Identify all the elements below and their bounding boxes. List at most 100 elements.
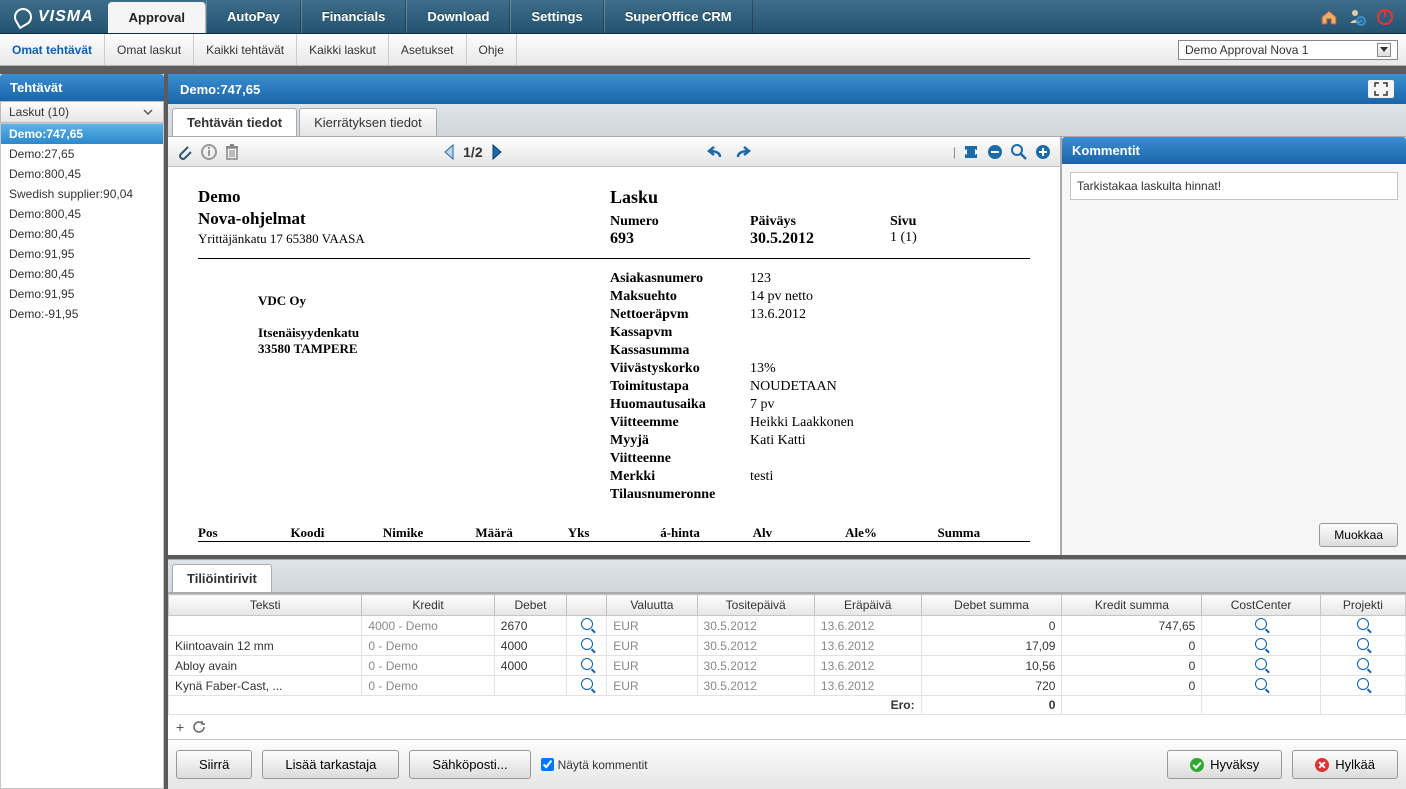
redo-icon[interactable] xyxy=(732,143,752,161)
task-item[interactable]: Demo:800,45 xyxy=(1,204,163,224)
nav-tab-approval[interactable]: Approval xyxy=(108,2,206,33)
cell[interactable]: Kynä Faber-Cast, ... xyxy=(169,676,362,696)
cell[interactable]: EUR xyxy=(607,616,697,636)
zoom-icon[interactable] xyxy=(1010,143,1028,161)
cell[interactable]: 13.6.2012 xyxy=(814,656,921,676)
cell[interactable]: 10,56 xyxy=(921,656,1062,676)
cell[interactable]: 13.6.2012 xyxy=(814,636,921,656)
cell[interactable]: 0 xyxy=(1062,656,1202,676)
cell[interactable]: 747,65 xyxy=(1062,616,1202,636)
expand-icon[interactable] xyxy=(1368,80,1394,98)
grid-col[interactable]: Valuutta xyxy=(607,595,697,616)
attachment-icon[interactable] xyxy=(176,143,194,161)
undo-icon[interactable] xyxy=(706,143,726,161)
grid-col[interactable]: Eräpäivä xyxy=(814,595,921,616)
table-row[interactable]: 4000 - Demo2670EUR30.5.201213.6.20120747… xyxy=(169,616,1406,636)
power-icon[interactable] xyxy=(1376,8,1394,26)
sidebar-filter-dropdown[interactable]: Laskut (10) xyxy=(0,101,164,123)
task-item[interactable]: Demo:747,65 xyxy=(1,124,163,144)
cell[interactable]: 0 - Demo xyxy=(362,676,494,696)
cell[interactable]: 720 xyxy=(921,676,1062,696)
cell[interactable]: 2670 xyxy=(494,616,566,636)
grid-col[interactable]: CostCenter xyxy=(1202,595,1320,616)
lookup-icon[interactable] xyxy=(581,678,593,690)
cell[interactable]: EUR xyxy=(607,656,697,676)
approve-button[interactable]: Hyväksy xyxy=(1167,750,1282,779)
cell[interactable]: 17,09 xyxy=(921,636,1062,656)
task-item[interactable]: Demo:91,95 xyxy=(1,284,163,304)
cell[interactable]: EUR xyxy=(607,636,697,656)
cell[interactable]: 0 - Demo xyxy=(362,656,494,676)
add-reviewer-button[interactable]: Lisää tarkastaja xyxy=(262,750,399,779)
cell[interactable]: 4000 xyxy=(494,656,566,676)
subnav-5[interactable]: Ohje xyxy=(467,34,517,65)
fit-width-icon[interactable] xyxy=(962,143,980,161)
grid-col[interactable]: Tositepäivä xyxy=(697,595,814,616)
cell[interactable]: 0 xyxy=(921,616,1062,636)
nav-tab-settings[interactable]: Settings xyxy=(510,0,603,33)
cell[interactable]: 13.6.2012 xyxy=(814,616,921,636)
lookup-icon[interactable] xyxy=(581,618,593,630)
home-icon[interactable] xyxy=(1320,8,1338,26)
next-page-icon[interactable] xyxy=(487,143,505,161)
subnav-4[interactable]: Asetukset xyxy=(389,34,467,65)
subnav-1[interactable]: Omat laskut xyxy=(105,34,194,65)
cell[interactable]: 13.6.2012 xyxy=(814,676,921,696)
task-item[interactable]: Demo:800,45 xyxy=(1,164,163,184)
table-row[interactable]: Abloy avain0 - Demo4000 EUR30.5.201213.6.… xyxy=(169,656,1406,676)
refresh-icon[interactable] xyxy=(192,720,206,734)
cell[interactable]: 30.5.2012 xyxy=(697,656,814,676)
grid-col[interactable]: Kredit xyxy=(362,595,494,616)
zoom-out-icon[interactable] xyxy=(986,143,1004,161)
task-item[interactable]: Demo:27,65 xyxy=(1,144,163,164)
cell[interactable]: 30.5.2012 xyxy=(697,636,814,656)
doc-tab-1[interactable]: Kierrätyksen tiedot xyxy=(299,108,437,136)
lookup-icon[interactable] xyxy=(1357,618,1369,630)
lookup-icon[interactable] xyxy=(1357,658,1369,670)
user-settings-icon[interactable] xyxy=(1348,8,1366,26)
reject-button[interactable]: Hylkää xyxy=(1292,750,1398,779)
move-button[interactable]: Siirrä xyxy=(176,750,252,779)
grid-col[interactable]: Debet xyxy=(494,595,566,616)
cell[interactable] xyxy=(169,616,362,636)
doc-tab-0[interactable]: Tehtävän tiedot xyxy=(172,108,297,136)
grid-col[interactable]: Teksti xyxy=(169,595,362,616)
trash-icon[interactable] xyxy=(224,143,240,161)
nav-tab-superoffice-crm[interactable]: SuperOffice CRM xyxy=(604,0,753,33)
email-button[interactable]: Sähköposti... xyxy=(409,750,530,779)
cell[interactable]: 4000 - Demo xyxy=(362,616,494,636)
info-icon[interactable] xyxy=(200,143,218,161)
task-item[interactable]: Swedish supplier:90,04 xyxy=(1,184,163,204)
cell[interactable]: 30.5.2012 xyxy=(697,676,814,696)
lookup-icon[interactable] xyxy=(1357,638,1369,650)
lookup-icon[interactable] xyxy=(1255,618,1267,630)
lookup-icon[interactable] xyxy=(1255,638,1267,650)
grid-col[interactable]: Projekti xyxy=(1320,595,1405,616)
nav-tab-financials[interactable]: Financials xyxy=(301,0,407,33)
lookup-icon[interactable] xyxy=(581,658,593,670)
subnav-3[interactable]: Kaikki laskut xyxy=(297,34,389,65)
lookup-icon[interactable] xyxy=(1255,678,1267,690)
nav-tab-autopay[interactable]: AutoPay xyxy=(206,0,301,33)
environment-select[interactable]: Demo Approval Nova 1 xyxy=(1178,40,1398,60)
nav-tab-download[interactable]: Download xyxy=(406,0,510,33)
subnav-0[interactable]: Omat tehtävät xyxy=(0,34,105,65)
prev-page-icon[interactable] xyxy=(441,143,459,161)
cell[interactable]: 0 - Demo xyxy=(362,636,494,656)
task-item[interactable]: Demo:80,45 xyxy=(1,264,163,284)
cell[interactable]: 0 xyxy=(1062,636,1202,656)
cell[interactable]: EUR xyxy=(607,676,697,696)
grid-col[interactable] xyxy=(567,595,607,616)
grid-col[interactable]: Kredit summa xyxy=(1062,595,1202,616)
task-item[interactable]: Demo:91,95 xyxy=(1,244,163,264)
cell[interactable]: Kiintoavain 12 mm xyxy=(169,636,362,656)
task-item[interactable]: Demo:80,45 xyxy=(1,224,163,244)
task-item[interactable]: Demo:-91,95 xyxy=(1,304,163,324)
show-comments-input[interactable] xyxy=(541,758,554,771)
cell[interactable]: Abloy avain xyxy=(169,656,362,676)
add-row-icon[interactable]: + xyxy=(176,719,184,735)
cell[interactable]: 0 xyxy=(1062,676,1202,696)
cell[interactable]: 4000 xyxy=(494,636,566,656)
zoom-in-icon[interactable] xyxy=(1034,143,1052,161)
cell[interactable] xyxy=(494,676,566,696)
